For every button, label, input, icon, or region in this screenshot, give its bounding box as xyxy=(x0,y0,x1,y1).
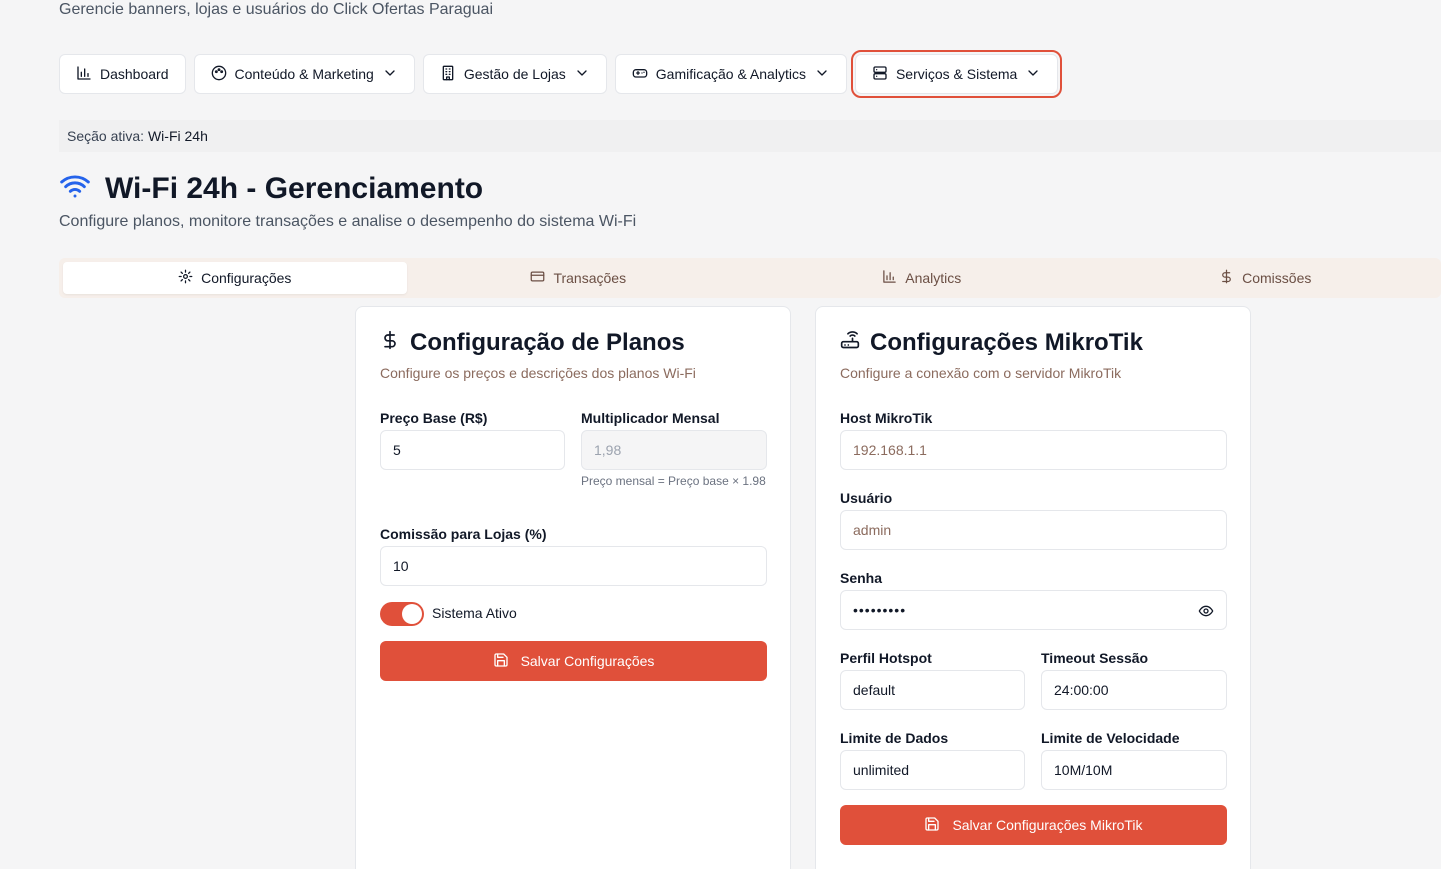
password-input[interactable]: ••••••••• xyxy=(840,590,1227,630)
save-plans-label: Salvar Configurações xyxy=(520,653,655,669)
plans-card-title: Configuração de Planos xyxy=(410,329,685,356)
gamepad-icon xyxy=(632,65,648,84)
bar-chart-icon xyxy=(882,269,897,287)
monthly-multiplier-label: Multiplicador Mensal xyxy=(581,410,720,426)
system-active-label: Sistema Ativo xyxy=(432,605,517,621)
tab-transactions-label: Transações xyxy=(553,270,627,286)
nav-stores-label: Gestão de Lojas xyxy=(463,66,566,82)
tab-commissions-label: Comissões xyxy=(1242,270,1312,286)
speed-limit-input[interactable]: 10M/10M xyxy=(1041,750,1227,790)
user-input[interactable]: admin xyxy=(840,510,1227,550)
bar-chart-icon xyxy=(76,65,92,84)
session-timeout-input[interactable]: 24:00:00 xyxy=(1041,670,1227,710)
save-plans-button[interactable]: Salvar Configurações xyxy=(380,641,767,681)
password-value: ••••••••• xyxy=(853,602,907,618)
tab-config-label: Configurações xyxy=(201,270,292,286)
password-label: Senha xyxy=(840,570,883,586)
session-timeout-label: Timeout Sessão xyxy=(1041,650,1149,666)
top-nav: Dashboard Conteúdo & Marketing Gestão de… xyxy=(59,50,1063,98)
mikrotik-card-header: Configurações MikroTik xyxy=(840,329,1226,357)
save-mikrotik-button[interactable]: Salvar Configurações MikroTik xyxy=(840,805,1227,845)
base-price-label: Preço Base (R$) xyxy=(380,410,488,426)
page-subtitle: Gerencie banners, lojas e usuários do Cl… xyxy=(59,1,493,18)
active-section-label: Seção ativa: xyxy=(67,128,145,144)
mikrotik-card-description: Configure a conexão com o servidor Mikro… xyxy=(840,365,1122,381)
chevron-down-icon xyxy=(382,65,398,84)
palette-icon xyxy=(211,65,227,84)
save-icon xyxy=(924,816,940,835)
multiplier-help-text: Preço mensal = Preço base × 1.98 xyxy=(581,474,766,488)
tab-transacoes[interactable]: Transações xyxy=(407,262,751,294)
nav-gamification-label: Gamificação & Analytics xyxy=(655,66,806,82)
plans-card-description: Configure os preços e descrições dos pla… xyxy=(380,365,696,381)
save-icon xyxy=(493,652,509,671)
eye-icon[interactable] xyxy=(1198,603,1214,619)
nav-dashboard-button[interactable]: Dashboard xyxy=(59,54,186,94)
hotspot-profile-label: Perfil Hotspot xyxy=(840,650,932,666)
nav-content-marketing-button[interactable]: Conteúdo & Marketing xyxy=(193,54,415,94)
active-section-value: Wi-Fi 24h xyxy=(147,128,208,144)
monthly-multiplier-input: 1,98 xyxy=(581,430,767,470)
nav-services-label: Serviços & Sistema xyxy=(895,66,1018,82)
wifi-icon xyxy=(59,170,91,207)
mikrotik-config-card: Configurações MikroTik Configure a conex… xyxy=(815,306,1251,869)
nav-services-system-button[interactable]: Serviços & Sistema xyxy=(850,50,1063,98)
data-limit-label: Limite de Dados xyxy=(840,730,949,746)
nav-store-management-button[interactable]: Gestão de Lojas xyxy=(422,54,607,94)
server-icon xyxy=(872,65,888,84)
nav-dashboard-label: Dashboard xyxy=(100,66,169,82)
tab-comissoes[interactable]: Comissões xyxy=(1094,262,1438,294)
mikrotik-card-title: Configurações MikroTik xyxy=(870,329,1143,356)
chevron-down-icon xyxy=(1025,65,1041,84)
tab-analytics[interactable]: Analytics xyxy=(750,262,1094,294)
nav-gamification-button[interactable]: Gamificação & Analytics xyxy=(614,54,847,94)
tab-analytics-label: Analytics xyxy=(905,270,962,286)
base-price-input[interactable]: 5 xyxy=(380,430,565,470)
page-description: Configure planos, monitore transações e … xyxy=(59,213,637,230)
nav-content-label: Conteúdo & Marketing xyxy=(234,66,374,82)
tab-list: Configurações Transações Analytics Comis… xyxy=(59,258,1441,298)
settings-icon xyxy=(178,269,193,287)
chevron-down-icon xyxy=(574,65,590,84)
host-input[interactable]: 192.168.1.1 xyxy=(840,430,1227,470)
host-label: Host MikroTik xyxy=(840,410,933,426)
plans-config-card: Configuração de Planos Configure os preç… xyxy=(355,306,791,869)
hotspot-profile-input[interactable]: default xyxy=(840,670,1025,710)
store-commission-label: Comissão para Lojas (%) xyxy=(380,526,547,542)
data-limit-input[interactable]: unlimited xyxy=(840,750,1025,790)
credit-card-icon xyxy=(530,269,545,287)
system-active-toggle[interactable] xyxy=(380,602,424,626)
chevron-down-icon xyxy=(814,65,830,84)
tab-configuracoes[interactable]: Configurações xyxy=(63,262,407,294)
page-title: Wi-Fi 24h - Gerenciamento xyxy=(105,171,484,205)
dollar-icon xyxy=(1219,269,1234,287)
user-label: Usuário xyxy=(840,490,893,506)
active-section-banner: Seção ativa: Wi-Fi 24h xyxy=(59,120,1441,152)
save-mikrotik-label: Salvar Configurações MikroTik xyxy=(952,817,1143,833)
plans-card-header: Configuração de Planos xyxy=(380,329,766,357)
page-title-row: Wi-Fi 24h - Gerenciamento xyxy=(59,170,483,207)
store-commission-input[interactable]: 10 xyxy=(380,546,767,586)
building-icon xyxy=(440,65,456,84)
dollar-icon xyxy=(380,329,400,357)
router-icon xyxy=(840,329,860,357)
speed-limit-label: Limite de Velocidade xyxy=(1041,730,1180,746)
